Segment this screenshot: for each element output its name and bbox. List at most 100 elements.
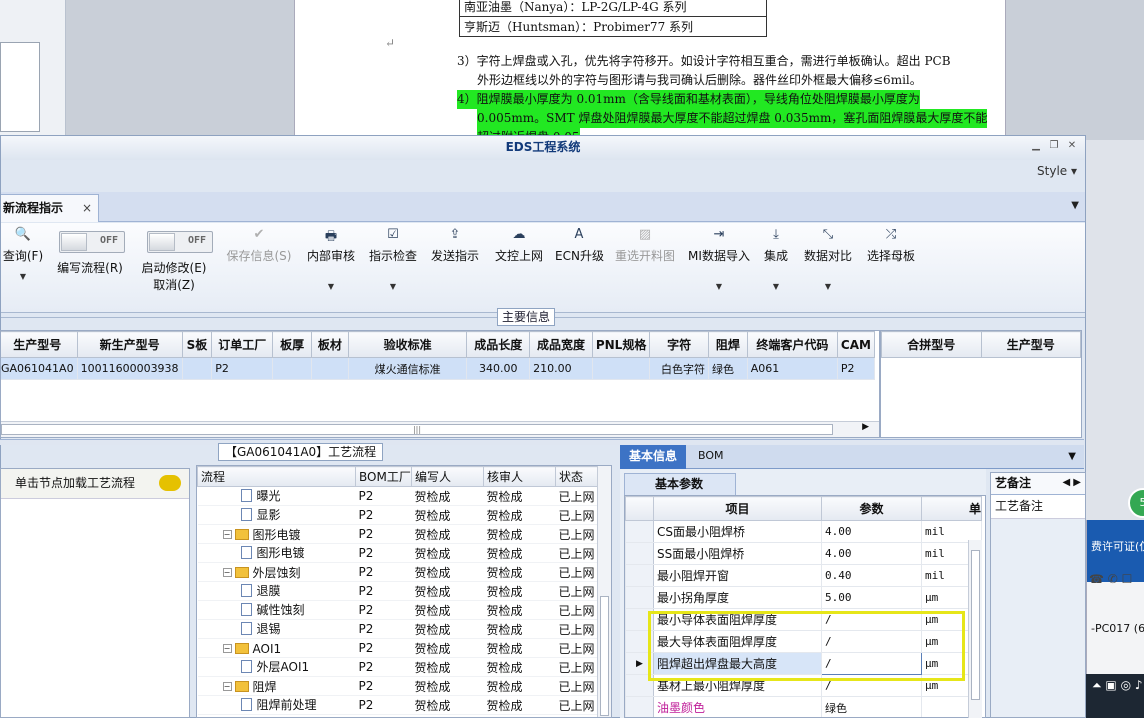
flow-step-cell[interactable]: − AOI1: [197, 638, 356, 658]
cell[interactable]: 340.00: [466, 357, 531, 380]
collapse-icon[interactable]: −: [222, 567, 232, 577]
table-row[interactable]: 基材上最小阻焊厚度 / μm: [625, 674, 982, 697]
cancel-button[interactable]: 取消(Z): [139, 276, 209, 293]
row-indicator[interactable]: [625, 564, 654, 587]
cell[interactable]: P2: [355, 562, 412, 582]
cell[interactable]: 已上网: [555, 524, 600, 544]
row-indicator[interactable]: [625, 608, 654, 631]
table-row[interactable]: CS面最小阻焊桥 4.00 mil: [625, 520, 982, 543]
cell[interactable]: 贺检成: [483, 657, 556, 677]
row-indicator[interactable]: [625, 674, 654, 697]
chat-bubble-icon[interactable]: [159, 475, 181, 491]
nav-arrows-icon[interactable]: ◀ ▶: [1062, 473, 1081, 493]
col-header[interactable]: 板材: [310, 331, 349, 358]
cell[interactable]: 贺检成: [483, 581, 556, 601]
cell[interactable]: 白色字符: [649, 357, 710, 380]
table-row[interactable]: 退锡 P2 贺检成 贺检成 已上网: [197, 619, 600, 639]
cell[interactable]: 贺检成: [411, 543, 484, 563]
flow-step-cell[interactable]: 阻焊前处理: [197, 695, 356, 715]
mi-data-import-button[interactable]: ⇥ MI数据导入 ▼: [687, 227, 751, 291]
param-item[interactable]: 最小拐角厚度: [653, 586, 822, 609]
cell[interactable]: 已上网: [555, 543, 600, 563]
table-row[interactable]: 最小导体表面阻焊厚度 / μm: [625, 608, 982, 631]
query-button[interactable]: 🔍 查询(F) ▼: [1, 227, 45, 281]
cell[interactable]: 贺检成: [483, 695, 556, 715]
col-header[interactable]: 核审人: [483, 466, 556, 487]
cell[interactable]: 贺检成: [411, 676, 484, 696]
send-instruction-button[interactable]: ⇪ 发送指示: [429, 227, 481, 264]
horizontal-scrollbar[interactable]: ||| ▶: [1, 421, 879, 437]
col-header[interactable]: 项目: [653, 496, 822, 521]
param-item[interactable]: CS面最小阻焊桥: [653, 520, 822, 543]
param-item[interactable]: 最大导体表面阻焊厚度: [653, 630, 822, 653]
flow-step-cell[interactable]: − 外层蚀刻: [197, 562, 356, 582]
cell[interactable]: 贺检成: [483, 562, 556, 582]
cell[interactable]: P2: [355, 676, 412, 696]
cell[interactable]: P2: [355, 638, 412, 658]
collapse-icon[interactable]: −: [222, 529, 232, 539]
cell[interactable]: [591, 357, 651, 380]
col-header[interactable]: 新生产型号: [76, 331, 183, 358]
minimize-icon[interactable]: ▁: [1029, 140, 1043, 152]
cell[interactable]: 贺检成: [483, 486, 556, 506]
col-header[interactable]: 状态: [555, 466, 600, 487]
tab-basic-info[interactable]: 基本信息: [620, 445, 686, 469]
cell[interactable]: 已上网: [555, 619, 600, 639]
param-item[interactable]: SS面最小阻焊桥: [653, 542, 822, 565]
cell[interactable]: 贺检成: [483, 638, 556, 658]
col-header[interactable]: S板: [181, 331, 213, 358]
collapse-icon[interactable]: −: [222, 644, 232, 654]
param-value[interactable]: 5.00: [821, 586, 922, 609]
tab-dropdown-icon[interactable]: ▼: [1071, 200, 1079, 211]
vertical-scrollbar[interactable]: [968, 540, 982, 718]
table-row[interactable]: − AOI1 P2 贺检成 贺检成 已上网: [197, 638, 600, 658]
col-header[interactable]: 成品长度: [466, 331, 531, 358]
table-row[interactable]: SS面最小阻焊桥 4.00 mil: [625, 542, 982, 565]
col-header[interactable]: 编写人: [411, 466, 484, 487]
tab-bom[interactable]: BOM: [698, 449, 724, 462]
edit-flow-button[interactable]: 编写流程(R): [55, 259, 125, 276]
col-header[interactable]: 生产型号: [980, 331, 1081, 358]
integrate-button[interactable]: ⤓ 集成 ▼: [761, 227, 791, 291]
flow-step-cell[interactable]: 曝光: [197, 486, 356, 506]
param-item[interactable]: 油墨颜色: [653, 696, 822, 717]
instruction-check-button[interactable]: ☑ 指示检查 ▼: [367, 227, 419, 291]
table-row[interactable]: 最大导体表面阻焊厚度 / μm: [625, 630, 982, 653]
param-value[interactable]: 0.40: [821, 564, 922, 587]
scroll-right-icon[interactable]: ▶: [862, 422, 869, 432]
col-header[interactable]: CAM: [836, 331, 876, 358]
table-row[interactable]: − 图形电镀 P2 贺检成 贺检成 已上网: [197, 524, 600, 544]
table-row[interactable]: 外层AOI1 P2 贺检成 贺检成 已上网: [197, 657, 600, 677]
cell[interactable]: [272, 357, 312, 380]
cell[interactable]: 已上网: [555, 505, 600, 525]
scrollbar-thumb[interactable]: [971, 550, 980, 700]
col-header[interactable]: 阻焊: [708, 331, 748, 358]
cell[interactable]: 10011600003938: [76, 357, 183, 380]
cell[interactable]: 贺检成: [483, 505, 556, 525]
cell[interactable]: P2: [355, 486, 412, 506]
cell[interactable]: 贺检成: [411, 486, 484, 506]
cell[interactable]: [181, 357, 213, 380]
table-row[interactable]: 阻焊前处理 P2 贺检成 贺检成 已上网: [197, 695, 600, 715]
param-item[interactable]: 阻焊超出焊盘最大高度: [653, 652, 822, 675]
param-value[interactable]: /: [821, 674, 922, 697]
row-indicator[interactable]: [625, 520, 654, 543]
col-header[interactable]: 字符: [649, 331, 710, 358]
param-item[interactable]: 最小阻焊开窗: [653, 564, 822, 587]
cell[interactable]: 已上网: [555, 486, 600, 506]
col-header[interactable]: 终端客户代码: [746, 331, 838, 358]
flow-step-cell[interactable]: 退膜: [197, 581, 356, 601]
col-header[interactable]: 单: [921, 496, 982, 521]
cell[interactable]: 贺检成: [411, 562, 484, 582]
vertical-scrollbar[interactable]: [597, 466, 611, 717]
cell[interactable]: P2: [211, 357, 274, 380]
flow-step-cell[interactable]: 外层AOI1: [197, 657, 356, 677]
table-row[interactable]: GA061041A0 10011600003938 P2 煤火通信标准 340.…: [1, 357, 876, 380]
cell[interactable]: 贺检成: [483, 676, 556, 696]
table-row[interactable]: 图形电镀 P2 贺检成 贺检成 已上网: [197, 543, 600, 563]
col-header[interactable]: PNL规格: [591, 331, 651, 358]
cell[interactable]: 贺检成: [411, 505, 484, 525]
param-value[interactable]: 绿色: [821, 696, 922, 717]
select-mother-board-button[interactable]: ⤮ 选择母板: [865, 227, 917, 264]
param-item[interactable]: 最小导体表面阻焊厚度: [653, 608, 822, 631]
